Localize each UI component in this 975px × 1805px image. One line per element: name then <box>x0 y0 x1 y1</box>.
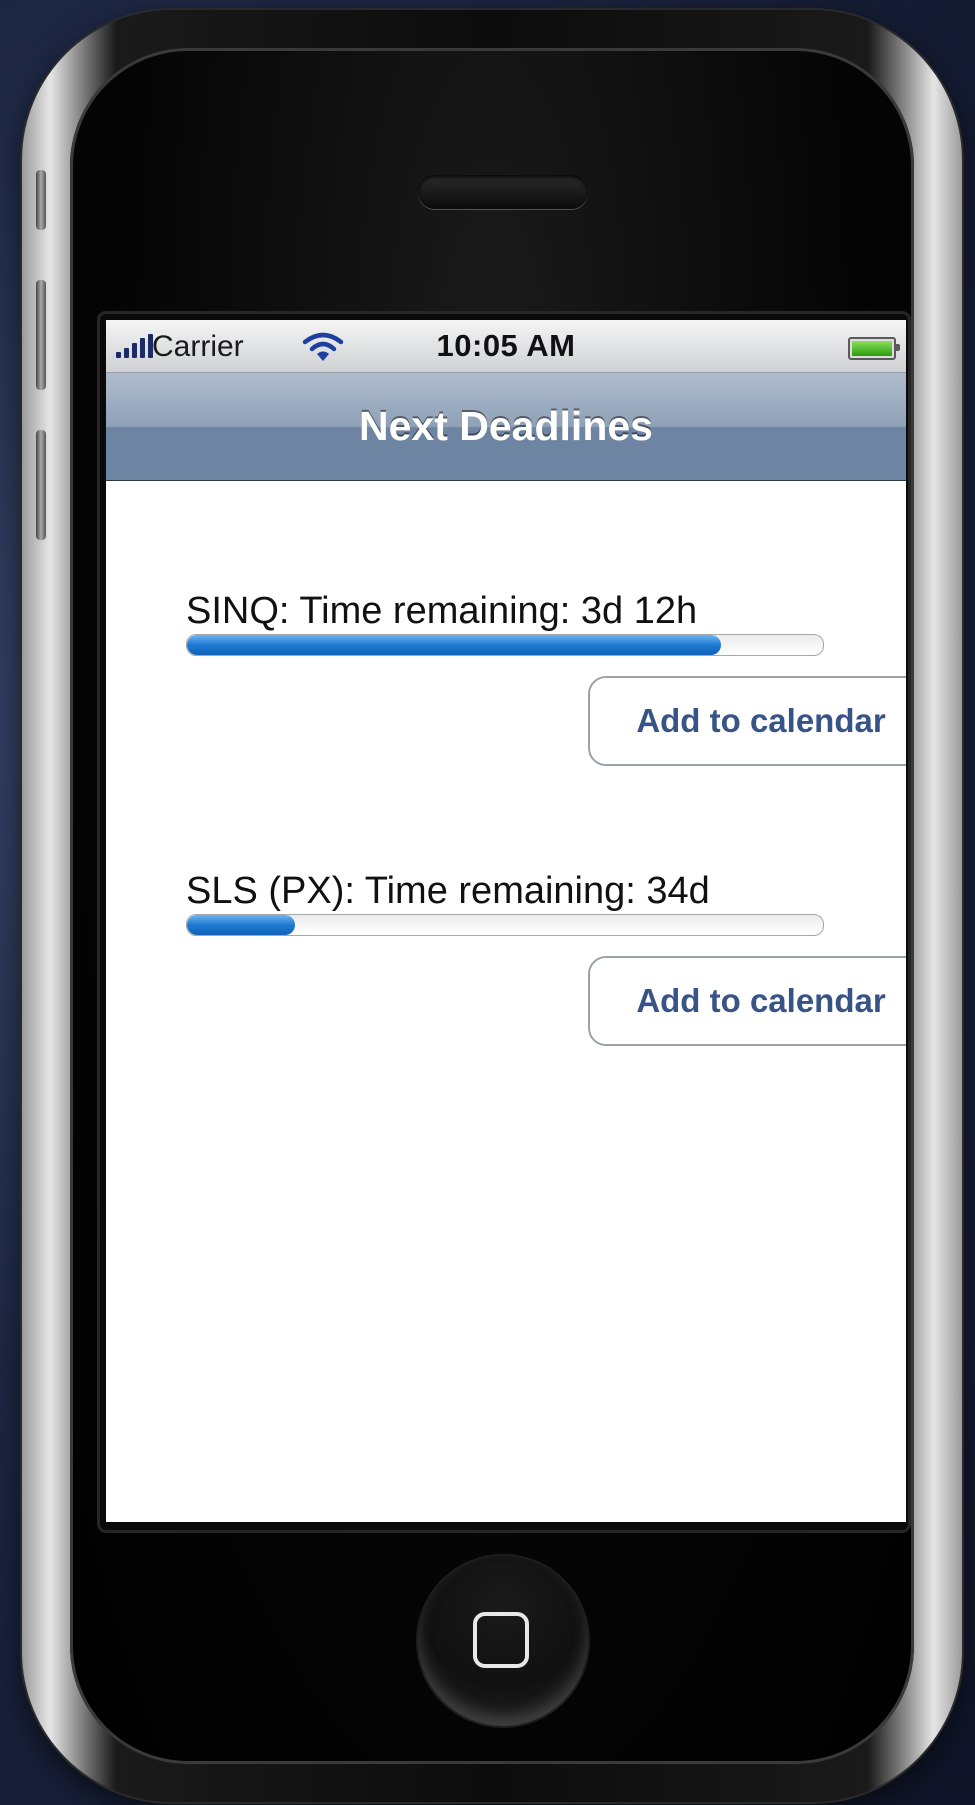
status-bar: Carrier 10:05 AM <box>106 320 906 373</box>
earpiece-speaker <box>418 175 588 209</box>
app-screen: Carrier 10:05 AM Next Deadlines SINQ: Ti… <box>106 320 906 1522</box>
navigation-bar: Next Deadlines <box>106 373 906 481</box>
progress-fill <box>187 915 296 935</box>
volume-up-button <box>36 280 46 390</box>
volume-down-button <box>36 430 46 540</box>
battery-icon <box>848 337 900 360</box>
progress-bar <box>186 914 824 936</box>
add-to-calendar-button[interactable]: Add to calendar <box>588 676 906 766</box>
progress-bar <box>186 634 824 656</box>
progress-fill <box>187 635 722 655</box>
page-title: Next Deadlines <box>359 403 653 449</box>
deadline-label: SLS (PX): Time remaining: 34d <box>186 870 710 912</box>
add-to-calendar-button[interactable]: Add to calendar <box>588 956 906 1046</box>
mute-switch <box>36 170 46 230</box>
deadline-label: SINQ: Time remaining: 3d 12h <box>186 590 698 632</box>
home-button[interactable] <box>418 1556 588 1726</box>
home-button-icon <box>473 1612 529 1668</box>
status-time: 10:05 AM <box>436 328 576 363</box>
